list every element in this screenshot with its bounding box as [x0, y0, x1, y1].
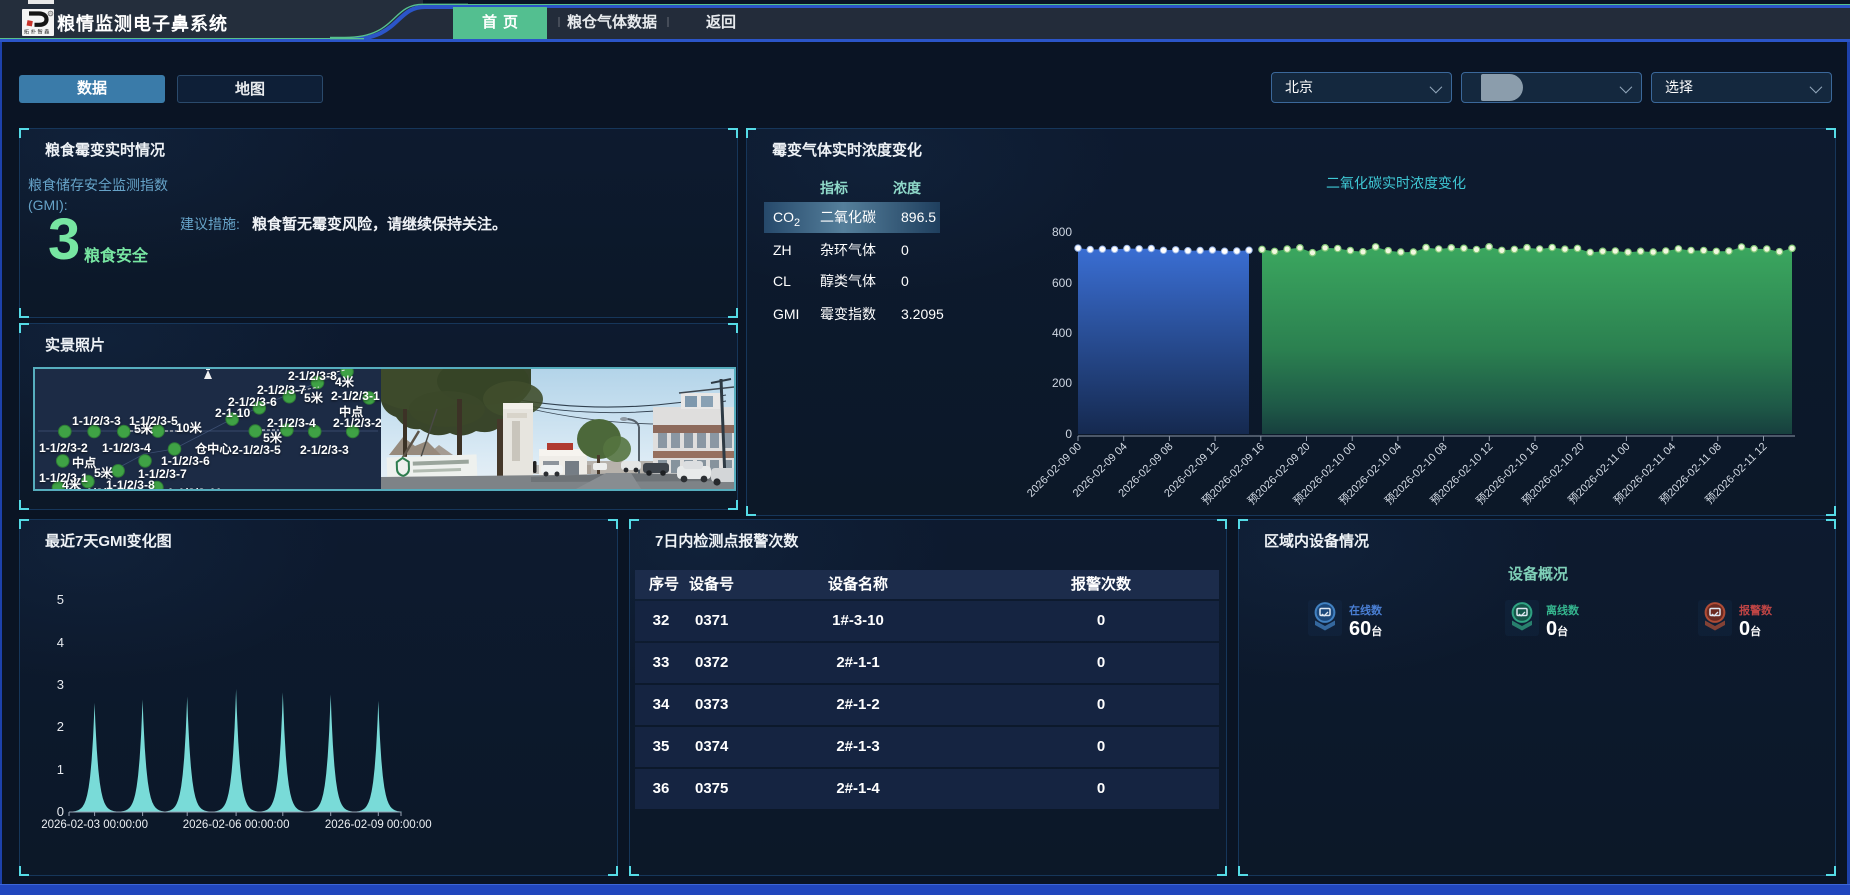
- svg-text:2: 2: [57, 719, 64, 734]
- svg-text:2-1/2/3-5: 2-1/2/3-5: [232, 443, 281, 457]
- svg-text:2-1/2/3-8: 2-1/2/3-8: [288, 369, 337, 383]
- svg-text:1-1/2/3-3: 1-1/2/3-3: [72, 414, 121, 428]
- svg-text:2026-02-09 00:00:00: 2026-02-09 00:00:00: [325, 819, 432, 831]
- svg-text:800: 800: [1052, 225, 1072, 239]
- svg-text:200: 200: [1052, 376, 1072, 390]
- svg-text:2-1/2/3-4: 2-1/2/3-4: [267, 416, 316, 430]
- svg-text:2026-02-06 00:00:00: 2026-02-06 00:00:00: [183, 819, 290, 831]
- svg-text:2-1-10: 2-1-10: [215, 406, 250, 420]
- svg-text:4: 4: [57, 635, 64, 650]
- svg-text:1: 1: [57, 762, 64, 777]
- svg-text:3: 3: [57, 677, 64, 692]
- svg-text:2026-02-03 00:00:00: 2026-02-03 00:00:00: [41, 819, 148, 831]
- svg-text:2-1/2/3-2: 2-1/2/3-2: [333, 416, 382, 430]
- svg-text:2-1/2/3-3: 2-1/2/3-3: [300, 443, 349, 457]
- svg-text:1-1/2/3-9: 1-1/2/3-9: [75, 486, 124, 489]
- svg-text:600: 600: [1052, 276, 1072, 290]
- svg-text:2-1/2/3-1: 2-1/2/3-1: [331, 389, 380, 403]
- svg-text:1-1/2/3-11: 1-1/2/3-11: [167, 486, 222, 489]
- svg-text:5米: 5米: [134, 421, 154, 436]
- svg-text:拓扑智鑫: 拓扑智鑫: [24, 28, 51, 36]
- svg-text:400: 400: [1052, 326, 1072, 340]
- svg-text:1-1/2/3-2: 1-1/2/3-2: [39, 441, 88, 455]
- svg-text:1-1/2/3-4: 1-1/2/3-4: [102, 441, 151, 455]
- svg-text:5: 5: [57, 592, 64, 607]
- svg-text:5米: 5米: [304, 390, 324, 405]
- svg-text:R: R: [49, 12, 52, 16]
- svg-text:10米: 10米: [176, 420, 203, 435]
- svg-text:0: 0: [57, 804, 64, 819]
- svg-text:4米: 4米: [335, 374, 355, 389]
- svg-text:0: 0: [1065, 427, 1072, 441]
- svg-text:1-1/2/3-6: 1-1/2/3-6: [161, 454, 210, 468]
- svg-text:中点: 中点: [72, 455, 96, 470]
